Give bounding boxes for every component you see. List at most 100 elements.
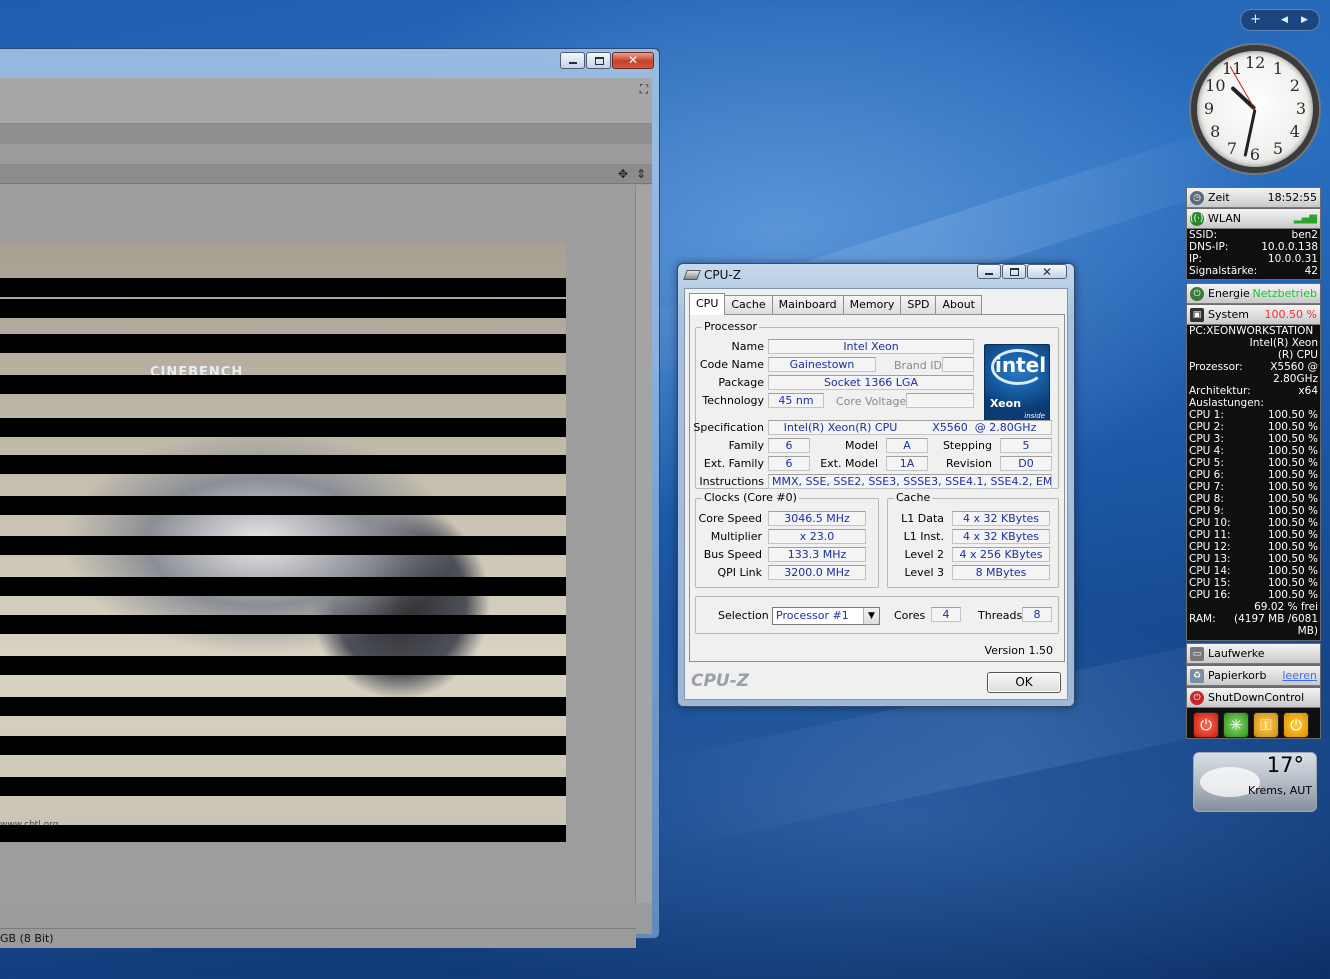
selected-processor: Processor #1 [776, 609, 849, 622]
ok-button[interactable]: OK [987, 672, 1061, 693]
unrendered-bucket-band [0, 455, 566, 474]
cpu-load-value: 100.50 % [1267, 469, 1318, 481]
ram-label: RAM: [1189, 613, 1216, 625]
tool-strip [0, 124, 652, 144]
time-header[interactable]: ◷ Zeit 18:52:55 [1187, 188, 1320, 208]
cpu-load-value: 100.50 % [1267, 433, 1318, 445]
ssid-row: SSID: ben2 [1187, 229, 1320, 241]
maximize-button[interactable] [586, 52, 611, 69]
system-label: System [1208, 308, 1250, 321]
cpu-load-row: CPU 8: 100.50 % [1187, 493, 1320, 505]
selection-group: Selection Processor #1 ▼ Cores 4 Threads… [695, 596, 1059, 634]
revision-label: Revision [946, 457, 992, 470]
tab-about[interactable]: About [935, 295, 982, 315]
energy-value: Netzbetrieb [1252, 287, 1317, 300]
proc-line: 2.80GHz [1273, 373, 1318, 385]
cpu-load-value: 100.50 % [1267, 481, 1318, 493]
clock-gadget[interactable]: 12 1 2 3 4 5 6 7 8 9 10 11 [1191, 45, 1319, 173]
cpu-load-row: CPU 6: 100.50 % [1187, 469, 1320, 481]
minimize-icon [569, 62, 577, 64]
clock-numeral: 5 [1272, 138, 1284, 158]
time-gadget: ◷ Zeit 18:52:55 [1186, 187, 1321, 209]
close-button[interactable]: ✕ [612, 52, 654, 69]
energy-header[interactable]: ⏻ Energie Netzbetrieb [1187, 284, 1320, 304]
ip-label: IP: [1189, 253, 1202, 265]
core-voltage-value [906, 393, 974, 408]
drives-header[interactable]: ▭ Laufwerke [1187, 644, 1320, 664]
load-label: Auslastungen: [1189, 397, 1264, 409]
proc-label: Prozessor: [1189, 361, 1243, 373]
close-icon: ✕ [627, 53, 639, 67]
clock-numeral: 3 [1295, 99, 1307, 118]
ssid-value: ben2 [1291, 229, 1318, 241]
clock-numeral: 6 [1249, 145, 1261, 164]
drive-icon: ▭ [1190, 647, 1204, 661]
status-text: GB (8 Bit) [0, 932, 54, 945]
next-page-icon[interactable]: ▶ [1301, 15, 1308, 25]
trash-header[interactable]: ♻ Papierkorb leeren [1187, 666, 1320, 686]
cores-label: Cores [894, 609, 926, 622]
cpu-label: CPU 14: [1189, 565, 1231, 577]
cpu-load-value: 100.50 % [1267, 529, 1318, 541]
maximize-button[interactable] [1002, 264, 1026, 279]
minimize-button[interactable] [977, 264, 1001, 279]
ram-row: RAM: (4197 MB /6081 [1187, 613, 1320, 625]
trash-icon: ♻ [1190, 669, 1204, 683]
standby-button[interactable]: ⏻ [1283, 712, 1309, 738]
vertical-scrollbar[interactable] [636, 185, 652, 903]
zoom-view-icon[interactable]: ⇕ [634, 167, 648, 181]
cpu-load-row: CPU 14: 100.50 % [1187, 565, 1320, 577]
tab-memory[interactable]: Memory [842, 295, 902, 315]
close-icon: ✕ [1041, 265, 1053, 279]
dns-value: 10.0.0.138 [1261, 241, 1318, 253]
add-gadget-button[interactable]: + [1250, 12, 1261, 27]
lock-button[interactable]: ⚿ [1253, 712, 1279, 738]
tab-mainboard[interactable]: Mainboard [771, 295, 844, 315]
shutdown-label: ShutDownControl [1208, 691, 1305, 704]
level3-value: 8 MBytes [952, 565, 1050, 580]
cpu-label: CPU 1: [1189, 409, 1224, 421]
cpu-load-value: 100.50 % [1267, 577, 1318, 589]
cpu-label: CPU 2: [1189, 421, 1224, 433]
signal-value: 42 [1304, 265, 1318, 277]
pc-name: PC:XEONWORKSTATION [1189, 325, 1314, 337]
fullscreen-icon[interactable]: ⛶ [637, 82, 651, 96]
close-button[interactable]: ✕ [1027, 264, 1067, 279]
code-name-label: Code Name [699, 358, 764, 371]
cinebench-window: ✕ ⛶ ✥ ⇕ CINEBENCH www.cbtl.org GB (8 Bit… [0, 48, 660, 948]
cpu-load-value: 100.50 % [1267, 493, 1318, 505]
wlan-gadget: ((·)) WLAN ▂▄▆ SSID: ben2 DNS-IP: 10.0.0.1… [1186, 208, 1321, 280]
tab-cpu[interactable]: CPU [689, 293, 726, 315]
bus-speed-value: 133.3 MHz [768, 547, 866, 562]
shutdown-button[interactable]: ⏻ [1193, 712, 1219, 738]
core-voltage-label: Core Voltage [836, 395, 907, 408]
l1-inst-value: 4 x 32 KBytes [952, 529, 1050, 544]
cpu-load-value: 100.50 % [1267, 421, 1318, 433]
bus-speed-label: Bus Speed [703, 548, 762, 561]
move-view-icon[interactable]: ✥ [616, 167, 630, 181]
unrendered-bucket-band [0, 278, 566, 297]
instructions-label: Instructions [699, 475, 764, 488]
shutdown-gadget: ⏻ ShutDownControl ⏻ ✳ ⚿ ⏻ [1186, 687, 1321, 739]
prev-page-icon[interactable]: ◀ [1281, 15, 1288, 25]
energy-label: Energie [1208, 287, 1250, 300]
weather-gadget[interactable]: 17° Krems, AUT [1193, 752, 1317, 812]
minimize-button[interactable] [560, 52, 585, 69]
load-heading-row: Auslastungen: [1187, 397, 1320, 409]
processor-select[interactable]: Processor #1 ▼ [772, 607, 880, 625]
dns-row: DNS-IP: 10.0.0.138 [1187, 241, 1320, 253]
level2-value: 4 x 256 KBytes [952, 547, 1050, 562]
proc-line: X5560 @ [1270, 361, 1318, 373]
plug-icon: ⏻ [1190, 287, 1204, 301]
empty-trash-link[interactable]: leeren [1282, 666, 1317, 686]
cpu-label: CPU 9: [1189, 505, 1224, 517]
tab-spd[interactable]: SPD [900, 295, 937, 315]
restart-button[interactable]: ✳ [1223, 712, 1249, 738]
wlan-header[interactable]: ((·)) WLAN ▂▄▆ [1187, 209, 1320, 229]
system-header[interactable]: ▣ System 100.50 % [1187, 305, 1320, 325]
ram-value: (4197 MB /6081 [1233, 613, 1318, 625]
tab-cache[interactable]: Cache [724, 295, 773, 315]
system-gadget: ▣ System 100.50 % PC:XEONWORKSTATION Int… [1186, 304, 1321, 641]
signal-row: Signalstärke: 42 [1187, 265, 1320, 277]
wlan-label: WLAN [1208, 212, 1242, 225]
